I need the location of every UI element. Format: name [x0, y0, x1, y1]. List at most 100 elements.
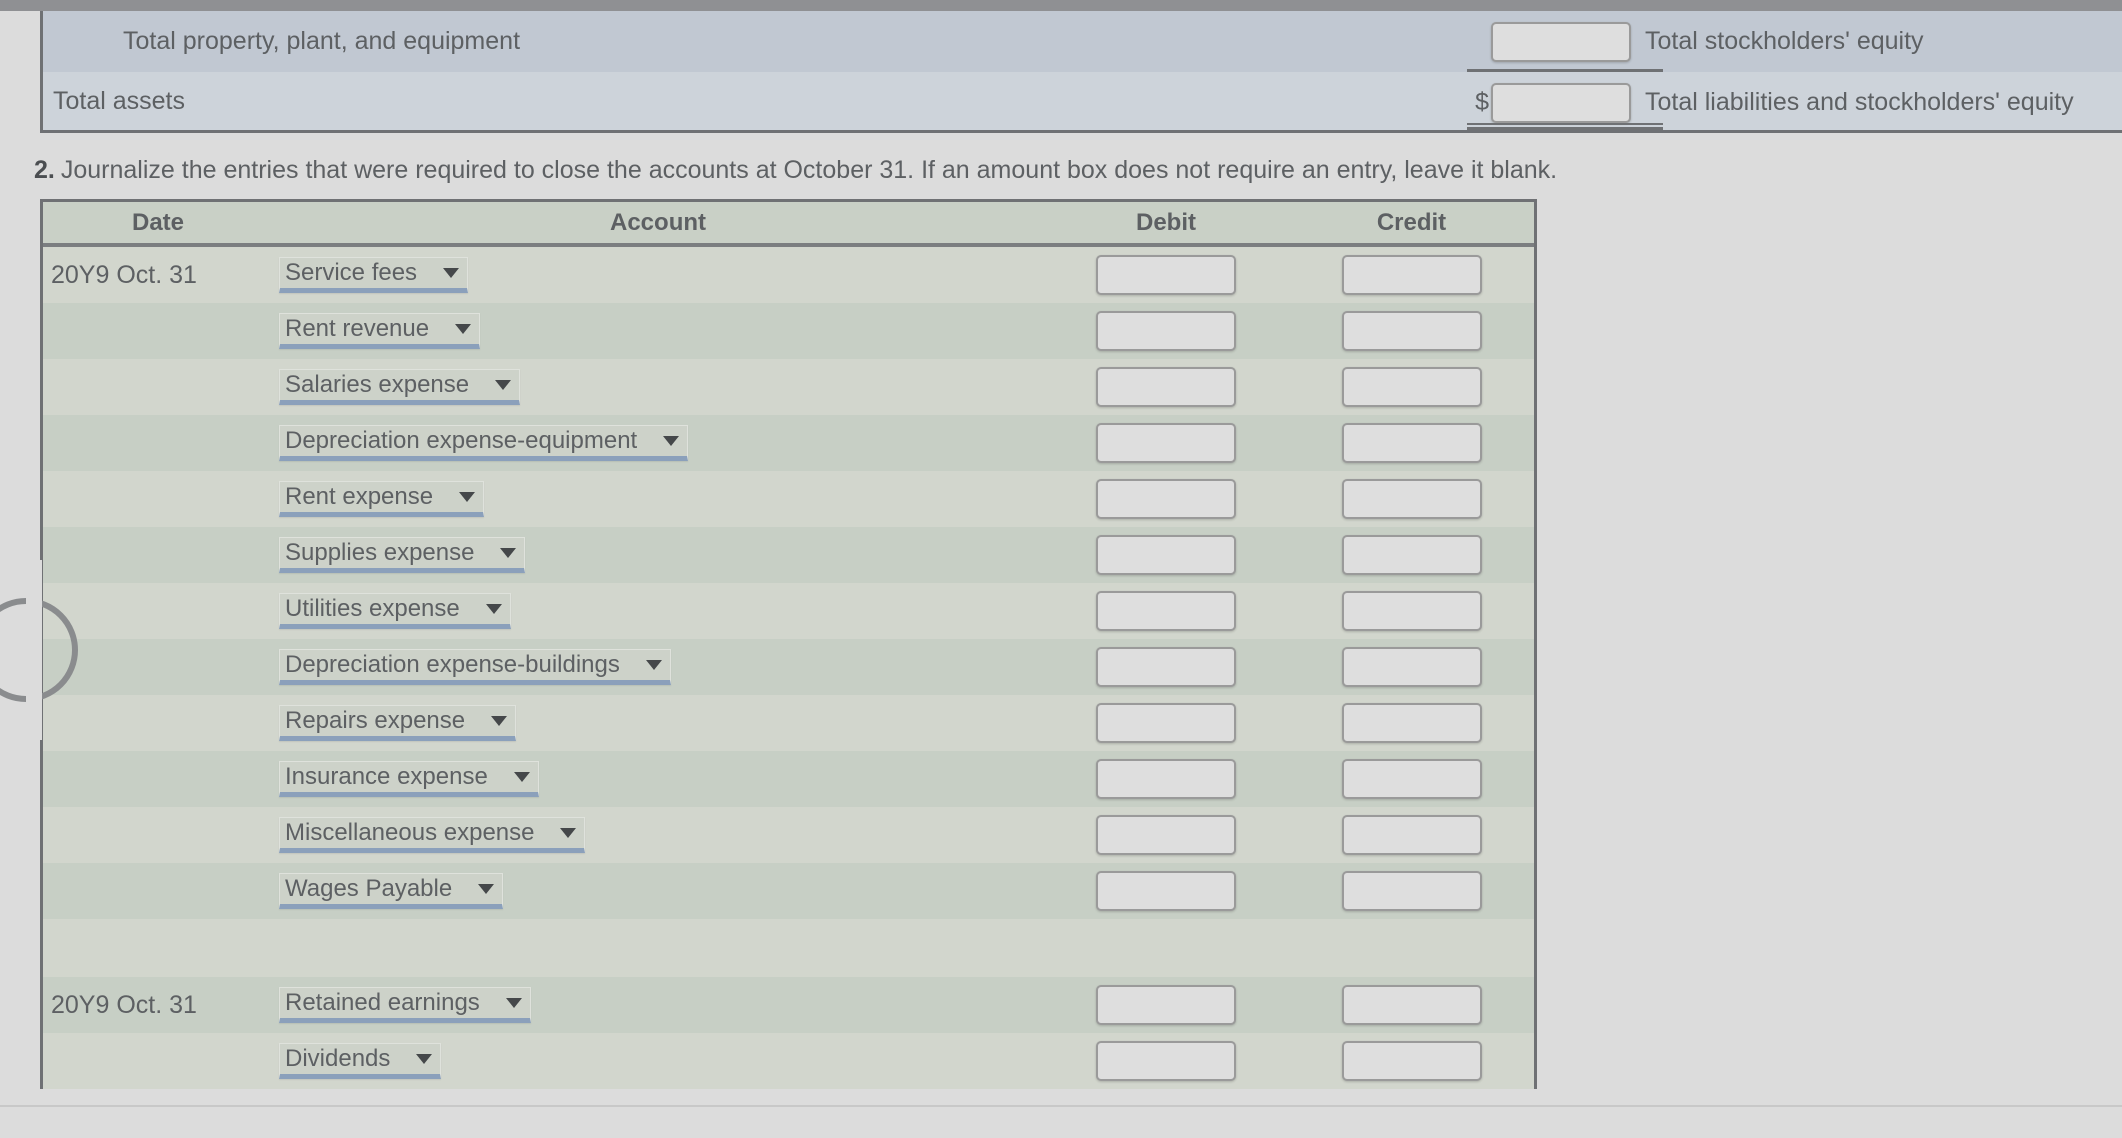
journal-account-cell: Dividends — [273, 1043, 1043, 1079]
account-select-value: Depreciation expense-buildings — [285, 651, 620, 678]
balance-sheet-row-label: Total property, plant, and equipment — [123, 27, 521, 55]
debit-input[interactable] — [1096, 591, 1236, 631]
credit-input[interactable] — [1341, 423, 1482, 463]
account-select[interactable]: Rent expense — [279, 481, 485, 517]
debit-input[interactable] — [1096, 647, 1236, 687]
journal-credit-cell — [1289, 647, 1534, 687]
credit-input[interactable] — [1341, 759, 1482, 799]
credit-input[interactable] — [1341, 255, 1482, 295]
credit-input[interactable] — [1341, 535, 1482, 575]
credit-input[interactable] — [1341, 647, 1482, 687]
account-select[interactable]: Retained earnings — [279, 987, 531, 1023]
journal-debit-cell — [1043, 815, 1289, 855]
journal-debit-cell — [1043, 759, 1289, 799]
chevron-down-icon — [560, 828, 577, 838]
account-select[interactable]: Supplies expense — [279, 537, 526, 573]
credit-input[interactable] — [1341, 311, 1482, 351]
chevron-down-icon — [455, 324, 472, 334]
debit-input[interactable] — [1096, 423, 1236, 463]
table-row: Supplies expense — [43, 527, 1534, 583]
debit-input[interactable] — [1096, 535, 1236, 575]
account-select[interactable]: Service fees — [279, 257, 469, 293]
credit-input[interactable] — [1341, 815, 1482, 855]
journal-credit-cell — [1289, 255, 1534, 295]
journal-debit-cell — [1043, 535, 1289, 575]
account-select[interactable]: Wages Payable — [279, 873, 504, 909]
account-select[interactable]: Miscellaneous expense — [279, 817, 586, 853]
debit-input[interactable] — [1096, 367, 1236, 407]
debit-input[interactable] — [1096, 1041, 1236, 1081]
credit-input[interactable] — [1341, 367, 1482, 407]
credit-input[interactable] — [1341, 871, 1482, 911]
balance-sheet-amount-input[interactable] — [1491, 82, 1631, 123]
account-select-value: Supplies expense — [285, 539, 475, 566]
account-select-value: Service fees — [285, 259, 418, 286]
account-select[interactable]: Depreciation expense-buildings — [279, 649, 671, 685]
account-select[interactable]: Depreciation expense-equipment — [279, 425, 689, 461]
credit-input[interactable] — [1341, 985, 1482, 1025]
journal-debit-cell — [1043, 367, 1289, 407]
account-select[interactable]: Dividends — [279, 1043, 442, 1079]
instruction-text: Journalize the entries that were require… — [60, 156, 1558, 184]
journal-account-cell: Service fees — [273, 257, 1043, 293]
debit-input[interactable] — [1096, 703, 1236, 743]
balance-sheet-amount-input[interactable] — [1491, 21, 1631, 62]
account-select[interactable]: Utilities expense — [279, 593, 511, 629]
column-header-account: Account — [610, 208, 706, 236]
balance-sheet-table: Total property, plant, and equipment Tota… — [40, 11, 2122, 133]
chevron-down-icon — [416, 1054, 433, 1064]
debit-input[interactable] — [1096, 815, 1236, 855]
balance-sheet-row: Total assets $ Total liabilities and stock… — [43, 72, 2122, 133]
journal-date-cell: 20Y9 Oct. 31 — [51, 260, 197, 289]
journal-debit-cell — [1043, 647, 1289, 687]
journal-account-cell: Repairs expense — [273, 705, 1043, 741]
journal-account-cell: Insurance expense — [273, 761, 1043, 797]
debit-input[interactable] — [1096, 255, 1236, 295]
account-select[interactable]: Insurance expense — [279, 761, 539, 797]
credit-input[interactable] — [1341, 1041, 1482, 1081]
credit-input[interactable] — [1341, 703, 1482, 743]
journal-entry-table: Date Account Debit Credit 20Y9 Oct. 31 Se… — [40, 199, 1537, 1089]
journal-credit-cell — [1289, 535, 1534, 575]
account-select[interactable]: Salaries expense — [279, 369, 521, 405]
double-underline-rule — [1467, 123, 1663, 130]
debit-input[interactable] — [1096, 985, 1236, 1025]
column-header-date: Date — [131, 208, 185, 236]
top-gray-bar — [0, 0, 2122, 11]
journal-date-cell: 20Y9 Oct. 31 — [51, 990, 197, 1019]
credit-input[interactable] — [1341, 591, 1482, 631]
table-row: Salaries expense — [43, 359, 1534, 415]
journal-credit-cell — [1289, 1041, 1534, 1081]
journal-account-cell: Retained earnings — [273, 987, 1043, 1023]
journal-credit-cell — [1289, 367, 1534, 407]
journal-debit-cell — [1043, 423, 1289, 463]
account-select-value: Salaries expense — [285, 371, 470, 398]
account-select-value: Depreciation expense-equipment — [285, 427, 638, 454]
account-select-value: Rent revenue — [285, 315, 430, 342]
journal-account-cell: Salaries expense — [273, 369, 1043, 405]
journal-credit-cell — [1289, 985, 1534, 1025]
journal-account-cell: Wages Payable — [273, 873, 1043, 909]
account-select-value: Wages Payable — [285, 875, 453, 902]
journal-account-cell: Utilities expense — [273, 593, 1043, 629]
journal-debit-cell — [1043, 311, 1289, 351]
account-select-value: Rent expense — [285, 483, 434, 510]
debit-input[interactable] — [1096, 759, 1236, 799]
journal-credit-cell — [1289, 815, 1534, 855]
journal-credit-cell — [1289, 423, 1534, 463]
account-select-value: Dividends — [285, 1045, 391, 1072]
table-row: Rent revenue — [43, 303, 1534, 359]
account-select[interactable]: Rent revenue — [279, 313, 481, 349]
table-row: 20Y9 Oct. 31 Retained earnings — [43, 977, 1534, 1033]
table-row: Depreciation expense-equipment — [43, 415, 1534, 471]
dollar-sign: $ — [1475, 88, 1489, 116]
account-select-value: Miscellaneous expense — [285, 819, 535, 846]
worksheet-page: Total property, plant, and equipment Tota… — [0, 0, 2122, 1138]
debit-input[interactable] — [1096, 311, 1236, 351]
debit-input[interactable] — [1096, 871, 1236, 911]
debit-input[interactable] — [1096, 479, 1236, 519]
chevron-down-icon — [478, 884, 495, 894]
instruction-line: 2. Journalize the entries that were requi… — [34, 156, 1557, 185]
account-select[interactable]: Repairs expense — [279, 705, 517, 741]
credit-input[interactable] — [1341, 479, 1482, 519]
